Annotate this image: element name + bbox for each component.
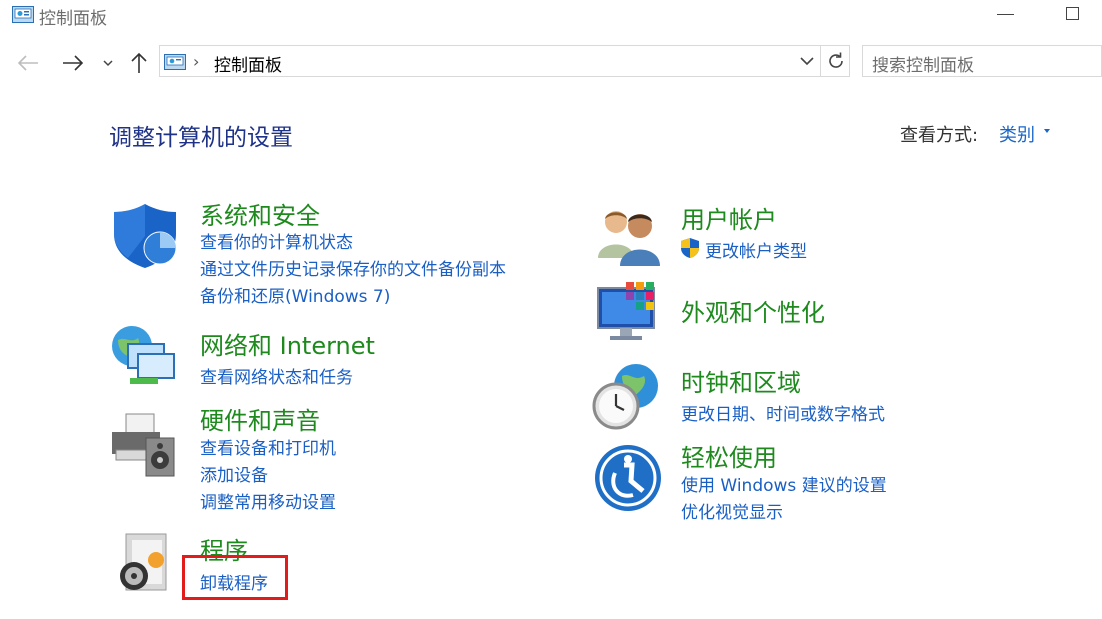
window-title: 控制面板 <box>39 9 107 29</box>
clock-icon[interactable] <box>590 362 660 432</box>
link-windows-recommended-settings[interactable]: 使用 Windows 建议的设置 <box>681 471 887 496</box>
link-change-date-time-format[interactable]: 更改日期、时间或数字格式 <box>681 400 885 425</box>
link-network-status-tasks[interactable]: 查看网络状态和任务 <box>200 363 353 388</box>
category-hardware-sound[interactable]: 硬件和声音 <box>200 401 320 436</box>
view-by-label: 查看方式: <box>900 125 979 146</box>
shield-icon[interactable] <box>110 200 180 270</box>
forward-button[interactable] <box>60 50 86 76</box>
search-input[interactable]: 搜索控制面板 <box>872 51 974 76</box>
highlight-box <box>182 555 288 600</box>
recent-locations-button[interactable] <box>98 50 118 76</box>
link-backup-restore[interactable]: 备份和还原(Windows 7) <box>200 282 390 307</box>
ease-of-access-icon[interactable] <box>593 443 663 513</box>
minimize-button[interactable] <box>987 0 1027 30</box>
up-button[interactable] <box>126 50 152 76</box>
arrow-right-icon <box>63 55 84 71</box>
network-icon[interactable] <box>108 320 178 390</box>
address-history-dropdown[interactable] <box>797 50 817 72</box>
link-optimize-visual-display[interactable]: 优化视觉显示 <box>681 498 783 523</box>
link-view-computer-status[interactable]: 查看你的计算机状态 <box>200 228 353 253</box>
appearance-icon[interactable] <box>594 280 664 350</box>
chevron-right-icon[interactable]: › <box>193 52 199 71</box>
link-file-history-backup[interactable]: 通过文件历史记录保存你的文件备份副本 <box>200 255 506 280</box>
control-panel-icon <box>164 54 186 70</box>
caret-down-icon[interactable] <box>1042 127 1052 135</box>
view-by-dropdown[interactable]: 类别 <box>999 121 1035 147</box>
category-system-security[interactable]: 系统和安全 <box>200 196 320 231</box>
control-panel-icon <box>12 6 34 23</box>
refresh-button[interactable] <box>824 49 848 73</box>
page-title: 调整计算机的设置 <box>109 125 293 151</box>
title-bar: 控制面板 <box>0 0 1102 32</box>
maximize-button[interactable] <box>1054 0 1094 30</box>
link-change-account-type[interactable]: 更改帐户类型 <box>705 237 807 262</box>
category-network-internet[interactable]: 网络和 Internet <box>200 326 375 361</box>
link-devices-printers[interactable]: 查看设备和打印机 <box>200 434 336 459</box>
divider <box>820 46 821 76</box>
category-user-accounts[interactable]: 用户帐户 <box>681 200 777 235</box>
refresh-icon <box>829 52 843 68</box>
breadcrumb-control-panel[interactable]: 控制面板 <box>214 51 282 76</box>
back-button[interactable] <box>15 50 41 76</box>
category-clock-region[interactable]: 时钟和区域 <box>681 363 801 398</box>
uac-shield-icon <box>681 238 699 258</box>
link-add-device[interactable]: 添加设备 <box>200 461 268 486</box>
chevron-down-icon <box>800 57 814 66</box>
chevron-down-icon <box>103 60 113 67</box>
category-appearance[interactable]: 外观和个性化 <box>681 293 825 328</box>
search-box[interactable]: 搜索控制面板 <box>862 45 1102 77</box>
category-ease-of-access[interactable]: 轻松使用 <box>681 438 777 473</box>
programs-icon[interactable] <box>112 530 182 600</box>
address-bar[interactable]: › 控制面板 <box>159 45 850 77</box>
arrow-left-icon <box>17 55 38 71</box>
link-mobility-settings[interactable]: 调整常用移动设置 <box>200 488 336 513</box>
arrow-up-icon <box>131 52 147 73</box>
users-icon[interactable] <box>594 202 664 272</box>
printer-icon[interactable] <box>108 410 178 480</box>
